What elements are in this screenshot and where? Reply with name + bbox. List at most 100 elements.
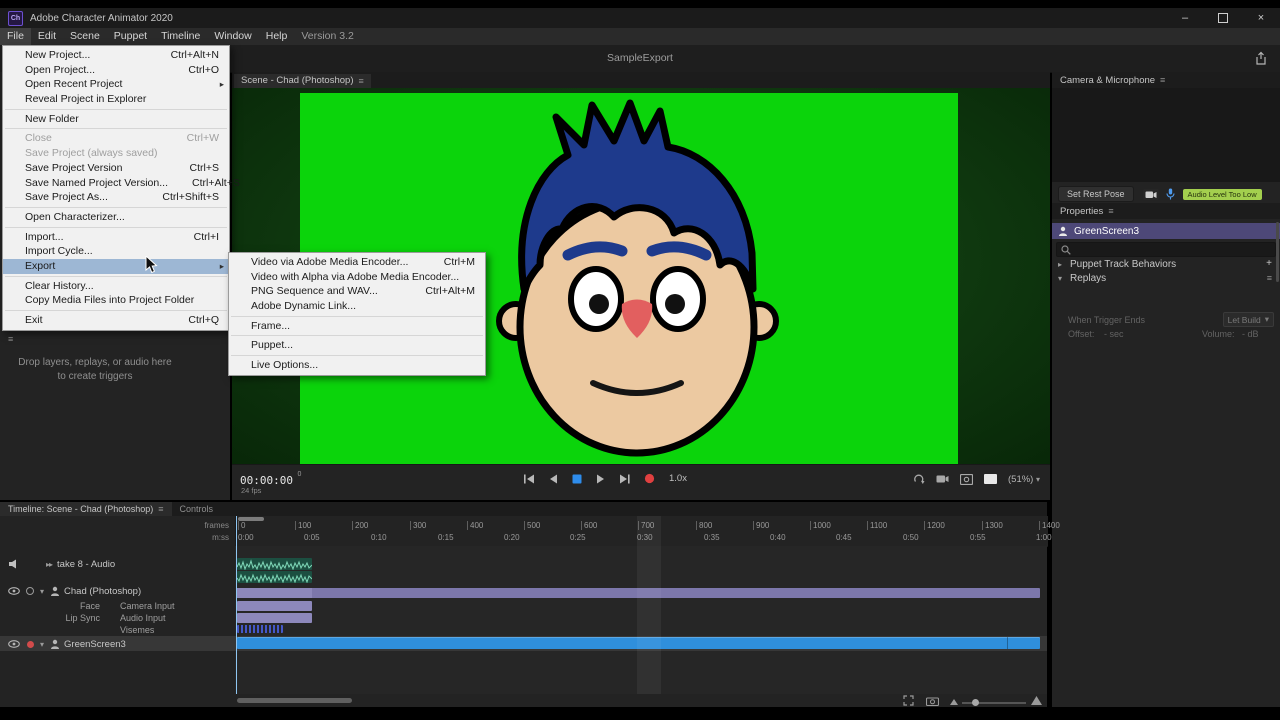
microphone-toggle[interactable] bbox=[1166, 188, 1175, 200]
menubar-item-timeline[interactable]: Timeline bbox=[154, 28, 207, 45]
menu-item-reveal-project[interactable]: Reveal Project in Explorer bbox=[3, 92, 229, 107]
stop-button[interactable] bbox=[572, 474, 582, 484]
behavior-name: Visemes bbox=[120, 625, 154, 635]
visemes-clip[interactable] bbox=[237, 625, 283, 633]
scene-tab[interactable]: Scene - Chad (Photoshop) ≡ bbox=[234, 74, 371, 88]
transport-buttons: 1.0x bbox=[524, 473, 687, 484]
right-panel: Camera & Microphone ≡ Set Rest Pose Audi… bbox=[1052, 72, 1280, 707]
menu-item-copy-media-files[interactable]: Copy Media Files into Project Folder bbox=[3, 293, 229, 308]
eye-icon[interactable] bbox=[8, 587, 20, 595]
lipsync-take-clip[interactable] bbox=[237, 613, 312, 623]
selected-puppet-row[interactable]: GreenScreen3 bbox=[1052, 223, 1280, 239]
face-take-clip[interactable] bbox=[237, 601, 312, 611]
record-armed-icon[interactable] bbox=[27, 641, 34, 648]
snapshot-camera-icon[interactable] bbox=[926, 696, 939, 706]
set-rest-pose-button[interactable]: Set Rest Pose bbox=[1058, 186, 1134, 202]
zoom-out-mountain-icon[interactable] bbox=[950, 699, 958, 705]
menu-item-new-project[interactable]: New Project...Ctrl+Alt+N bbox=[3, 48, 229, 63]
track-header-face[interactable]: Face Camera Input bbox=[0, 601, 235, 613]
replays-row[interactable]: ▾ Replays ≡ bbox=[1052, 272, 1280, 285]
menubar-item-edit[interactable]: Edit bbox=[31, 28, 63, 45]
menu-item-clear-history[interactable]: Clear History... bbox=[3, 279, 229, 294]
playhead[interactable] bbox=[236, 516, 237, 694]
track-header-lipsync[interactable]: Lip Sync Audio Input bbox=[0, 613, 235, 625]
track-header-audio[interactable]: ▸▸ take 8 - Audio bbox=[0, 556, 235, 572]
eye-icon[interactable] bbox=[8, 640, 20, 648]
replays-menu-icon[interactable]: ≡ bbox=[1267, 273, 1272, 283]
go-to-start-button[interactable] bbox=[524, 474, 535, 484]
menu-item-adobe-dynamic-link[interactable]: Adobe Dynamic Link... bbox=[229, 299, 485, 314]
menu-item-video-alpha-ame[interactable]: Video with Alpha via Adobe Media Encoder… bbox=[229, 270, 485, 285]
menu-item-frame[interactable]: Frame... bbox=[229, 319, 485, 334]
record-button[interactable] bbox=[644, 473, 655, 484]
minimize-button[interactable]: – bbox=[1166, 8, 1204, 28]
chevron-down-icon[interactable]: ▾ bbox=[1058, 274, 1062, 283]
menu-item-open-project[interactable]: Open Project...Ctrl+O bbox=[3, 63, 229, 78]
menu-item-import[interactable]: Import...Ctrl+I bbox=[3, 230, 229, 245]
properties-menu-icon[interactable]: ≡ bbox=[1108, 206, 1113, 216]
audio-take-clip[interactable] bbox=[237, 558, 312, 570]
puppet-icon bbox=[50, 586, 60, 596]
record-arm-icon[interactable] bbox=[26, 587, 34, 595]
playback-rate[interactable]: 1.0x bbox=[669, 473, 687, 484]
loop-icon[interactable] bbox=[912, 473, 925, 485]
ruler-frame-label: 800 bbox=[696, 521, 712, 530]
timeline-tab-menu-icon[interactable]: ≡ bbox=[158, 502, 163, 516]
play-button[interactable] bbox=[596, 474, 605, 484]
menu-item-live-options[interactable]: Live Options... bbox=[229, 358, 485, 373]
camera-preview-icon[interactable] bbox=[936, 474, 949, 484]
camera-mic-menu-icon[interactable]: ≡ bbox=[1160, 75, 1165, 85]
track-header-chad[interactable]: ▾ Chad (Photoshop) bbox=[0, 584, 235, 598]
timeline-zoom-thumb[interactable] bbox=[972, 699, 979, 706]
chad-take-segment[interactable] bbox=[237, 588, 312, 598]
menu-item-label: Puppet... bbox=[251, 338, 293, 353]
menu-item-open-recent-project[interactable]: Open Recent Project▸ bbox=[3, 77, 229, 92]
zoom-in-mountain-icon[interactable] bbox=[1031, 696, 1042, 705]
chevron-right-icon[interactable]: ▸ bbox=[1058, 260, 1062, 269]
maximize-button[interactable] bbox=[1204, 8, 1242, 28]
snapshot-icon[interactable] bbox=[960, 474, 973, 485]
timeline-tab[interactable]: Timeline: Scene - Chad (Photoshop) ≡ bbox=[0, 502, 172, 516]
menu-item-open-characterizer[interactable]: Open Characterizer... bbox=[3, 210, 229, 225]
timeline-hscrollbar[interactable] bbox=[237, 698, 352, 703]
previous-frame-button[interactable] bbox=[549, 474, 558, 484]
menu-item-video-ame[interactable]: Video via Adobe Media Encoder...Ctrl+M bbox=[229, 255, 485, 270]
menubar-item-scene[interactable]: Scene bbox=[63, 28, 107, 45]
camera-toggle[interactable] bbox=[1143, 189, 1159, 200]
menu-item-png-sequence-wav[interactable]: PNG Sequence and WAV...Ctrl+Alt+M bbox=[229, 284, 485, 299]
menu-item-puppet-export[interactable]: Puppet... bbox=[229, 338, 485, 353]
track-header-visemes[interactable]: Visemes bbox=[0, 625, 235, 637]
speaker-icon[interactable] bbox=[8, 559, 20, 569]
menubar-item-puppet[interactable]: Puppet bbox=[107, 28, 154, 45]
menu-item-export[interactable]: Export▸ bbox=[3, 259, 229, 274]
menu-item-import-cycle[interactable]: Import Cycle... bbox=[3, 244, 229, 259]
ruler-legend: frames m:ss bbox=[0, 516, 235, 547]
menu-item-save-named-project-version[interactable]: Save Named Project Version...Ctrl+Alt+S bbox=[3, 176, 229, 191]
mss-legend: m:ss bbox=[212, 533, 229, 542]
zoom-level[interactable]: (51%) ▾ bbox=[1008, 474, 1040, 485]
menubar-item-window[interactable]: Window bbox=[207, 28, 258, 45]
controls-tab[interactable]: Controls bbox=[172, 502, 222, 516]
matte-toggle[interactable] bbox=[984, 474, 997, 484]
menu-item-save-project-version[interactable]: Save Project VersionCtrl+S bbox=[3, 161, 229, 176]
properties-search-input[interactable] bbox=[1056, 242, 1276, 257]
add-behavior-button[interactable]: + bbox=[1266, 258, 1272, 269]
menu-item-save-project-as[interactable]: Save Project As...Ctrl+Shift+S bbox=[3, 190, 229, 205]
track-header-greenscreen[interactable]: ▾ GreenScreen3 bbox=[0, 637, 235, 651]
menu-item-label: Save Project As... bbox=[25, 190, 108, 205]
collapse-chevron-icon[interactable]: ▾ bbox=[40, 587, 44, 596]
menubar-item-file[interactable]: File bbox=[0, 28, 31, 45]
close-button[interactable]: × bbox=[1242, 8, 1280, 28]
fit-timeline-icon[interactable] bbox=[903, 695, 914, 706]
menu-item-new-folder[interactable]: New Folder bbox=[3, 112, 229, 127]
menubar-item-help[interactable]: Help bbox=[259, 28, 295, 45]
collapse-chevron-icon[interactable]: ▾ bbox=[40, 640, 44, 649]
menu-item-shortcut: Ctrl+O bbox=[188, 63, 219, 78]
menu-item-exit[interactable]: ExitCtrl+Q bbox=[3, 313, 229, 328]
next-frame-button[interactable] bbox=[619, 474, 630, 484]
audio-take-clip[interactable] bbox=[237, 571, 312, 583]
share-export-icon[interactable] bbox=[1254, 51, 1268, 66]
panel-menu-icon[interactable]: ≡ bbox=[8, 334, 13, 344]
puppet-track-behaviors-row[interactable]: ▸ Puppet Track Behaviors + bbox=[1052, 258, 1280, 271]
scene-tab-menu-icon[interactable]: ≡ bbox=[358, 74, 363, 88]
